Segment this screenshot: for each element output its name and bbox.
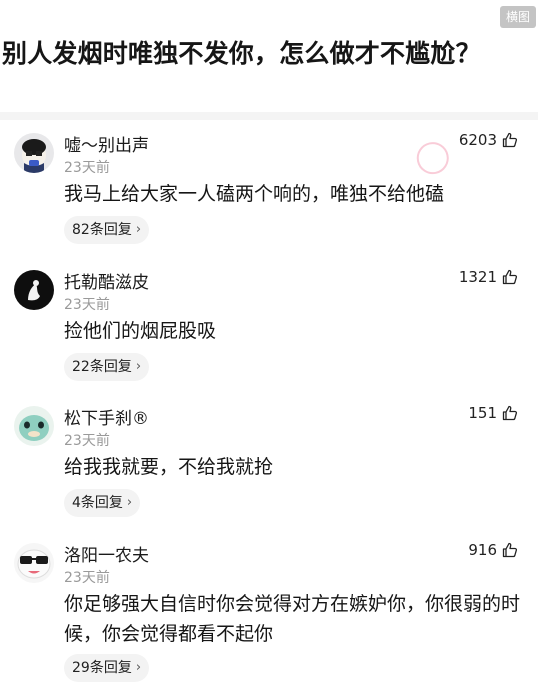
comment-time: 23天前 [64,160,110,176]
view-replies-button[interactable]: 4条回复 › [64,489,141,517]
comment-time: 23天前 [64,433,110,449]
replies-label: 4条回复 [72,495,123,511]
thumbs-up-icon[interactable] [502,269,518,285]
view-replies-button[interactable]: 82条回复 › [64,216,150,244]
avatar[interactable] [14,406,54,446]
thumbs-up-icon[interactable] [502,405,518,421]
comment-text: 给我我就要，不给我就抢 [64,456,274,478]
question-title: 别人发烟时唯独不发你，怎么做才不尴尬？ [2,39,481,68]
comment-time: 23天前 [64,570,110,586]
section-divider [0,112,538,120]
avatar[interactable] [14,270,54,310]
like-control[interactable]: 151 [468,404,518,422]
replies-label: 82条回复 [72,222,132,238]
comment-text: 捡他们的烟屁股吸 [64,320,217,342]
chevron-right-icon: › [135,359,142,374]
like-count: 1321 [458,268,497,286]
like-control[interactable]: 1321 [459,268,518,286]
replies-label: 22条回复 [72,359,132,375]
like-count: 916 [468,541,497,559]
view-replies-button[interactable]: 22条回复 › [64,353,150,381]
chevron-right-icon: › [135,222,142,237]
image-type-badge: 横图 [499,6,536,28]
like-control[interactable]: 916 [468,541,518,559]
username[interactable]: 嘘～别出声 [64,131,149,156]
comment-text: 你足够强大自信时你会觉得对方在嫉妒你，你很弱的时候，你会觉得都看不起你 [64,593,521,645]
comment-text: 我马上给大家一人磕两个响的，唯独不给他磕 [64,183,445,205]
comment-time: 23天前 [64,297,110,313]
username[interactable]: 洛阳一农夫 [64,541,149,566]
avatar[interactable] [14,133,54,173]
username[interactable]: 松下手刹® [64,404,149,429]
replies-label: 29条回复 [72,660,132,676]
question-header: 横图 别人发烟时唯独不发你，怎么做才不尴尬？ [0,0,538,112]
like-control[interactable]: 6203 [459,131,518,149]
thumbs-up-icon[interactable] [502,542,518,558]
avatar[interactable] [14,543,54,583]
chevron-right-icon: › [135,660,142,675]
username[interactable]: 托勒酷滋皮 [64,268,149,293]
like-count: 151 [468,404,497,422]
thumbs-up-icon[interactable] [502,132,518,148]
chevron-right-icon: › [126,495,133,510]
like-count: 6203 [458,131,497,149]
view-replies-button[interactable]: 29条回复 › [64,654,150,682]
